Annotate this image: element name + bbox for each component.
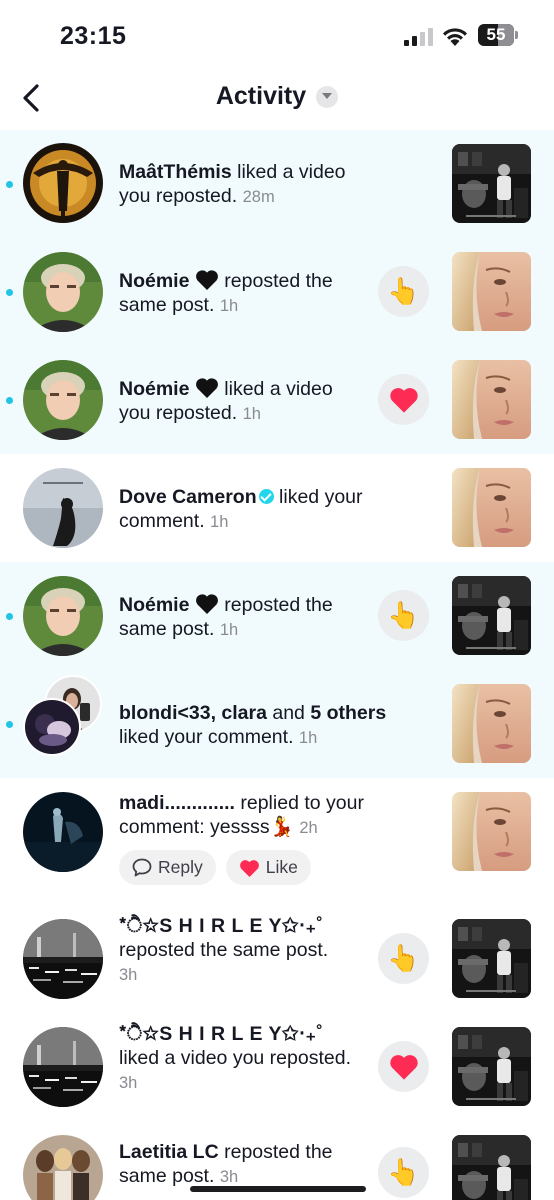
black-heart-icon: [195, 270, 218, 290]
avatar[interactable]: [23, 919, 103, 999]
pointing-hand-icon[interactable]: 👆: [378, 933, 429, 984]
list-item[interactable]: Noémie reposted the same post. 1h 👆: [0, 562, 554, 670]
video-thumbnail[interactable]: [452, 144, 531, 223]
list-item[interactable]: blondi<33, clara and 5 others liked your…: [0, 670, 554, 778]
verified-badge-icon: [258, 489, 274, 504]
unread-dot: [6, 289, 13, 296]
video-thumbnail[interactable]: [452, 1135, 531, 1200]
list-item[interactable]: Noémie reposted the same post. 1h 👆: [0, 238, 554, 346]
unread-dot: [6, 181, 13, 188]
notification-text: blondi<33, clara and 5 others liked your…: [119, 702, 387, 748]
avatar[interactable]: [23, 1135, 103, 1200]
notification-text: madi............. replied to your commen…: [119, 792, 364, 838]
list-item[interactable]: MaâtThémis liked a video you reposted. 2…: [0, 130, 554, 238]
avatar[interactable]: [23, 698, 81, 756]
notification-text: Noémie reposted the same post. 1h: [119, 270, 333, 316]
reply-label: Reply: [158, 857, 203, 877]
video-thumbnail[interactable]: [452, 792, 531, 871]
list-item[interactable]: madi............. replied to your commen…: [0, 778, 554, 907]
like-label: Like: [265, 857, 298, 877]
black-heart-icon: [195, 594, 218, 614]
activity-list: MaâtThémis liked a video you reposted. 2…: [0, 130, 554, 1200]
comment-bubble-icon: [132, 858, 152, 877]
notification-text: Noémie liked a video you reposted. 1h: [119, 378, 333, 424]
reply-actions: Reply Like: [119, 850, 311, 885]
avatar[interactable]: [23, 576, 103, 656]
video-thumbnail[interactable]: [452, 576, 531, 655]
black-heart-icon: [195, 378, 218, 398]
avatar[interactable]: [23, 1027, 103, 1107]
wifi-icon: [443, 28, 467, 46]
notification-text: Laetitia LC reposted the same post. 3h: [119, 1141, 333, 1187]
video-thumbnail[interactable]: [452, 684, 531, 763]
pointing-hand-icon[interactable]: 👆: [378, 1147, 429, 1198]
page-title: Activity: [215, 82, 307, 110]
list-item[interactable]: *ੈ✩S H I R L E Y✩‧₊˚ reposted the same p…: [0, 907, 554, 1015]
notification-text: *ੈ✩S H I R L E Y✩‧₊˚ reposted the same p…: [119, 915, 329, 984]
video-thumbnail[interactable]: [452, 252, 531, 331]
notification-text: Noémie reposted the same post. 1h: [119, 594, 333, 640]
notification-text: *ੈ✩S H I R L E Y✩‧₊˚ liked a video you r…: [119, 1023, 351, 1092]
notification-text: Dove Cameron liked your comment. 1h: [119, 486, 363, 532]
list-item[interactable]: *ੈ✩S H I R L E Y✩‧₊˚ liked a video you r…: [0, 1015, 554, 1123]
reply-button[interactable]: Reply: [119, 850, 216, 885]
activity-filter-dropdown[interactable]: Activity: [0, 82, 554, 111]
video-thumbnail[interactable]: [452, 919, 531, 998]
video-thumbnail[interactable]: [452, 1027, 531, 1106]
like-button[interactable]: Like: [225, 850, 311, 885]
video-thumbnail[interactable]: [452, 468, 531, 547]
cellular-signal-icon: [404, 28, 433, 46]
battery-level: 55: [486, 25, 506, 44]
avatar[interactable]: [23, 143, 103, 223]
battery-icon: 55: [478, 24, 518, 46]
avatar[interactable]: [23, 252, 103, 332]
status-bar: 23:15 55: [0, 0, 554, 70]
unread-dot: [6, 397, 13, 404]
unread-dot: [6, 721, 13, 728]
list-item[interactable]: Noémie liked a video you reposted. 1h: [0, 346, 554, 454]
unread-dot: [6, 613, 13, 620]
dancing-emoji-icon: 💃: [269, 816, 294, 838]
notification-text: MaâtThémis liked a video you reposted. 2…: [119, 161, 346, 207]
video-thumbnail[interactable]: [452, 360, 531, 439]
red-heart-icon: [239, 859, 259, 877]
red-heart-icon[interactable]: [378, 1041, 429, 1092]
avatar[interactable]: [23, 468, 103, 548]
dropdown-caret-icon: [316, 85, 339, 108]
status-time: 23:15: [60, 22, 127, 50]
list-item[interactable]: Dove Cameron liked your comment. 1h: [0, 454, 554, 562]
avatar[interactable]: [23, 360, 103, 440]
pointing-hand-icon[interactable]: 👆: [378, 590, 429, 641]
header: Activity: [0, 70, 554, 128]
home-indicator: [190, 1186, 366, 1192]
avatar[interactable]: [23, 792, 103, 872]
red-heart-icon[interactable]: [378, 374, 429, 425]
pointing-hand-icon[interactable]: 👆: [378, 266, 429, 317]
